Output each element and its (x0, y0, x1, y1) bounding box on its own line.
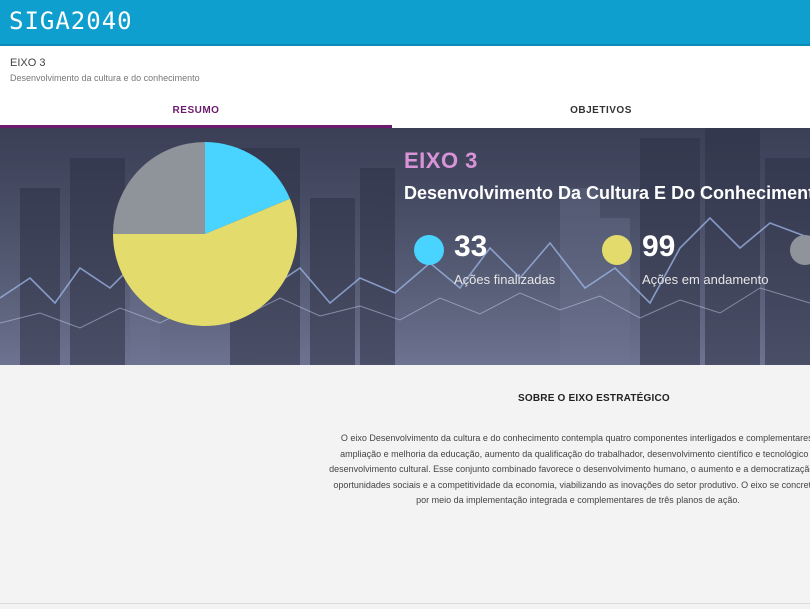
about-text: O eixo Desenvolvimento da cultura e do c… (298, 431, 810, 509)
tab-resumo[interactable]: RESUMO (0, 96, 392, 128)
page-title: EIXO 3 (10, 57, 46, 69)
stat-value: 99 (642, 230, 676, 263)
stat-label: Ações em andamento (642, 272, 769, 287)
about-line: O eixo Desenvolvimento da cultura e do c… (340, 433, 810, 443)
about-line: por meio da implementação integrada e co… (416, 495, 740, 505)
summary-hero: EIXO 3 Desenvolvimento Da Cultura E Do C… (0, 128, 810, 365)
top-app-bar: SIGA2040 (0, 0, 810, 46)
logo-text: SIGA2040 (9, 7, 133, 35)
divider (0, 603, 810, 604)
page-subtitle: Desenvolvimento da cultura e do conhecim… (10, 73, 200, 83)
hero-title: EIXO 3 (404, 148, 478, 173)
pie-slice[interactable] (113, 142, 205, 234)
stat-value: 33 (454, 230, 488, 263)
about-line: oportunidades sociais e a competitividad… (333, 479, 810, 490)
tab-bar: RESUMO OBJETIVOS (0, 96, 810, 128)
siga2040-logo[interactable]: SIGA2040 (9, 6, 133, 36)
about-line: desenvolvimento cultural. Esse conjunto … (329, 464, 810, 474)
about-title: SOBRE O EIXO ESTRATÉGICO (518, 393, 670, 404)
about-section: SOBRE O EIXO ESTRATÉGICO O eixo Desenvol… (0, 365, 810, 609)
hero-heading: Desenvolvimento Da Cultura E Do Conhecim… (404, 183, 810, 203)
status-dot-icon (602, 235, 632, 265)
tab-objetivos[interactable]: OBJETIVOS (392, 96, 810, 128)
actions-pie-chart (113, 142, 297, 326)
page-header: EIXO 3 Desenvolvimento da cultura e do c… (10, 57, 200, 83)
status-dot-icon (414, 235, 444, 265)
about-line: ampliação e melhoria da educação, aument… (340, 448, 810, 459)
stat-label: Ações finalizadas (454, 272, 556, 287)
